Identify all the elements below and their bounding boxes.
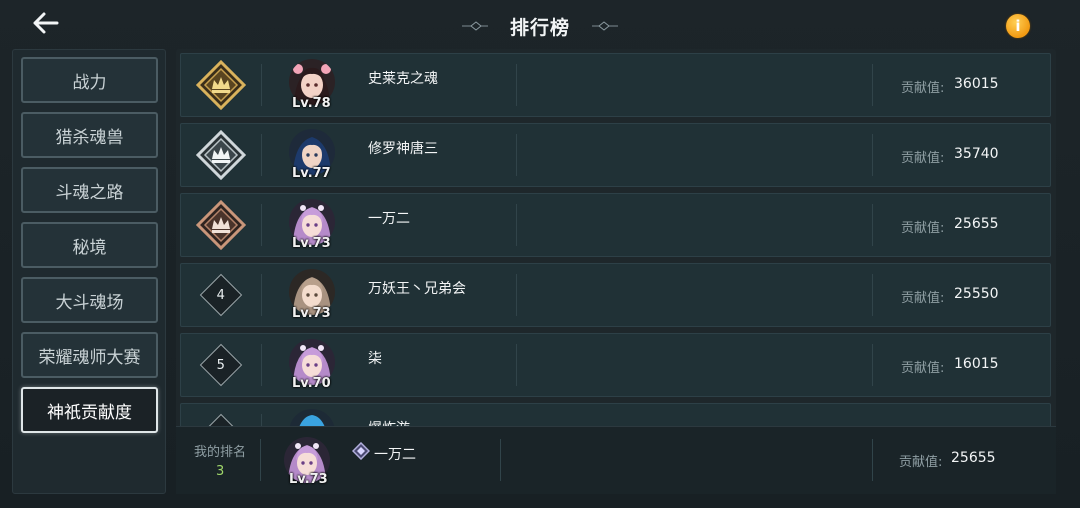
player-level: Lv.78	[292, 96, 331, 111]
page-title: 排行榜	[509, 16, 570, 39]
contribution-label: 贡献值:	[901, 361, 945, 376]
player-level: Lv.73	[292, 306, 331, 321]
rank-emblem-icon	[352, 442, 370, 460]
my-rank-value: 3	[216, 464, 225, 479]
rank-badge: 4	[181, 264, 261, 326]
contribution-value: 16015	[954, 356, 999, 372]
title-ornament-left-icon	[461, 21, 488, 31]
silver-crown-icon	[196, 130, 246, 180]
my-contribution-label: 贡献值:	[899, 455, 943, 470]
rank-number-badge: 5	[199, 343, 243, 387]
my-rank-bar: 我的排名 3 Lv.73 一万二 贡献值: 25655	[176, 426, 1056, 494]
player-level: Lv.70	[292, 376, 331, 391]
category-sidebar: 战力 猎杀魂兽 斗魂之路 秘境 大斗魂场 荣耀魂师大赛 神祇贡献度	[12, 49, 166, 494]
title-ornament-right-icon	[592, 21, 618, 31]
contribution-value: 35740	[954, 146, 999, 162]
sidebar-item-grand-arena[interactable]: 大斗魂场	[21, 277, 158, 323]
sidebar-item-glory-tournament[interactable]: 荣耀魂师大赛	[21, 332, 158, 378]
sidebar-item-beast-hunt[interactable]: 猎杀魂兽	[21, 112, 158, 158]
player-name: 万妖王丶兄弟会	[368, 281, 466, 297]
my-rank-label: 我的排名	[194, 445, 247, 460]
my-name: 一万二	[374, 447, 416, 463]
player-name: 柒	[368, 351, 382, 367]
ranking-row[interactable]: Lv.78 史莱克之魂 贡献值: 36015	[180, 53, 1051, 117]
contribution-value: 36015	[954, 76, 999, 92]
sidebar-item-god-contribution[interactable]: 神祇贡献度	[21, 387, 158, 433]
ranking-row[interactable]: 4 Lv.73 万妖王丶兄弟会 贡献值: 25550	[180, 263, 1051, 327]
info-icon[interactable]: i	[1006, 14, 1030, 38]
player-name: 修罗神唐三	[368, 141, 438, 157]
title-group: 排行榜	[0, 0, 1080, 52]
ranking-row[interactable]: Lv.73 一万二 贡献值: 25655	[180, 193, 1051, 257]
player-level: Lv.77	[292, 166, 331, 181]
top-bar: 排行榜 i	[0, 0, 1080, 52]
rank-badge	[181, 194, 261, 256]
rank-badge	[181, 124, 261, 186]
sidebar-item-soul-road[interactable]: 斗魂之路	[21, 167, 158, 213]
ranking-row[interactable]: 5 Lv.70 柒 贡献值: 16015	[180, 333, 1051, 397]
contribution-label: 贡献值:	[901, 291, 945, 306]
bronze-crown-icon	[196, 200, 246, 250]
sidebar-item-power[interactable]: 战力	[21, 57, 158, 103]
contribution-label: 贡献值:	[901, 221, 945, 236]
ranking-row[interactable]: Lv.77 修罗神唐三 贡献值: 35740	[180, 123, 1051, 187]
ranking-screen: 排行榜 i 战力 猎杀魂兽 斗魂之路 秘境 大斗魂场 荣耀魂师大赛 神祇贡献度	[0, 0, 1080, 508]
my-level: Lv.73	[289, 472, 328, 487]
rank-badge: 5	[181, 334, 261, 396]
contribution-label: 贡献值:	[901, 81, 945, 96]
contribution-value: 25550	[954, 286, 999, 302]
player-name: 史莱克之魂	[368, 71, 438, 87]
contribution-value: 25655	[954, 216, 999, 232]
gold-crown-icon	[196, 60, 246, 110]
sidebar-item-secret-realm[interactable]: 秘境	[21, 222, 158, 268]
contribution-label: 贡献值:	[901, 151, 945, 166]
my-contribution-value: 25655	[951, 450, 996, 466]
player-level: Lv.73	[292, 236, 331, 251]
rank-badge	[181, 54, 261, 116]
rank-number-badge: 4	[199, 273, 243, 317]
player-name: 一万二	[368, 211, 410, 227]
